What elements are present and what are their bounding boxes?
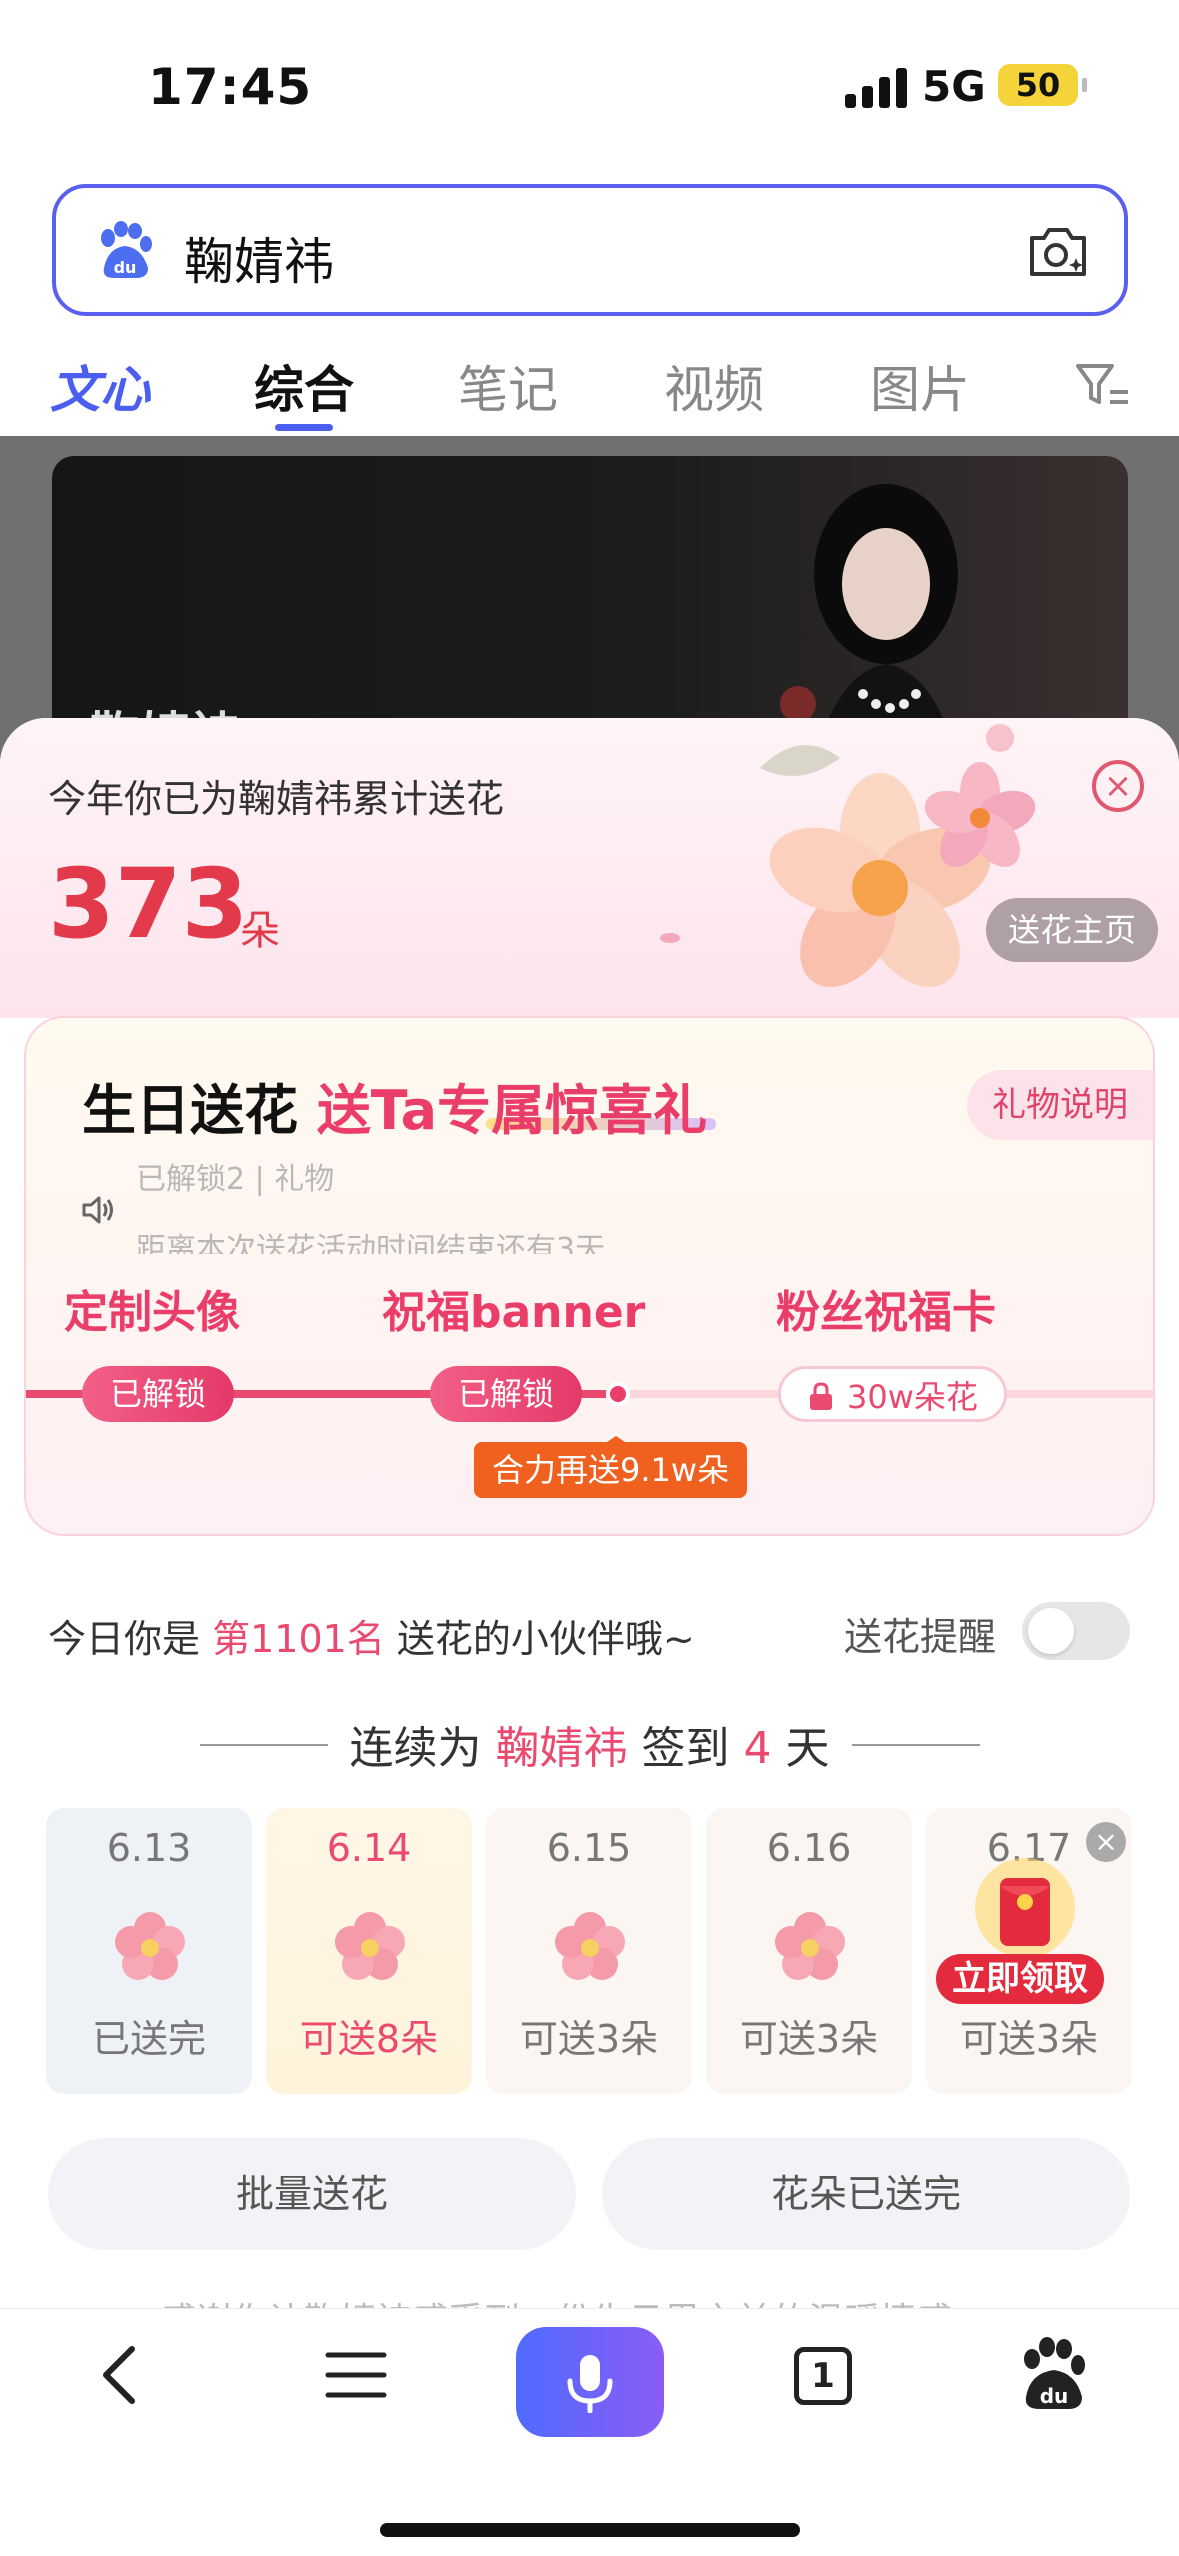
red-envelope-icon[interactable] [970, 1858, 1080, 1958]
batch-send-button[interactable]: 批量送花 [48, 2138, 576, 2250]
reward-card: 粉丝祝福卡 [776, 1287, 996, 1338]
tab-notes[interactable]: 笔记 [458, 350, 558, 422]
day-card-today[interactable]: 6.14 可送8朵 [266, 1808, 472, 2094]
birthday-title-highlight: 送Ta专属惊喜礼 [316, 1079, 708, 1142]
flower-icon [335, 1912, 405, 1980]
microphone-icon [567, 2355, 613, 2413]
birthday-title-main: 生日送花 [82, 1079, 298, 1142]
svg-text:du: du [1040, 2384, 1069, 2408]
sheet-header: 今年你已为鞠婧祎累计送花 373 朵 × 送花主页 [0, 718, 1179, 1018]
reward-card-threshold: 30w朵花 [847, 1378, 978, 1416]
claim-button[interactable]: 立即领取 [936, 1954, 1104, 2004]
day-date: 6.16 [766, 1826, 852, 1870]
reward-banner: 祝福banner [382, 1287, 646, 1338]
filter-icon[interactable] [1072, 354, 1132, 414]
voice-search-button[interactable] [516, 2327, 664, 2437]
flowers-done-button[interactable]: 花朵已送完 [602, 2138, 1130, 2250]
progress-tooltip: 合力再送9.1w朵 [474, 1436, 748, 1498]
day-status: 已送完 [91, 2017, 206, 2061]
tab-images[interactable]: 图片 [870, 350, 970, 422]
flower-home-button[interactable]: 送花主页 [986, 898, 1159, 962]
close-icon[interactable]: × [1086, 1822, 1126, 1862]
flower-count: 373 [48, 848, 249, 960]
tab-all[interactable]: 综合 [254, 350, 354, 422]
flower-icon [115, 1912, 185, 1980]
lock-icon [810, 1382, 832, 1410]
tab-count: 1 [794, 2347, 852, 2405]
status-time: 17:45 [148, 58, 313, 116]
flower-icon [555, 1912, 625, 1980]
active-tab-indicator [275, 424, 333, 431]
svg-text:du: du [114, 258, 137, 277]
reward-avatar-status: 已解锁 [82, 1366, 235, 1422]
bottom-nav: 1 du [0, 2308, 1179, 2556]
flower-bouquet-illustration [660, 724, 1036, 987]
rank-text: 今日你是 第1101名 送花的小伙伴哦~ [48, 1608, 695, 1663]
flower-icon [775, 1912, 845, 1980]
back-icon[interactable] [84, 2335, 164, 2415]
reminder-label: 送花提醒 [844, 1615, 997, 1659]
day-card[interactable]: 6.16 可送3朵 [706, 1808, 912, 2094]
flower-sheet: 今年你已为鞠婧祎累计送花 373 朵 × 送花主页 生日送花 送Ta专属惊喜礼 … [0, 718, 1179, 2556]
rank-value: 第1101名 [212, 1617, 385, 1661]
toggle-knob [1028, 1608, 1074, 1654]
rank-prefix: 今日你是 [48, 1617, 201, 1661]
tabs-button[interactable]: 1 [782, 2335, 862, 2415]
menu-icon[interactable] [316, 2335, 396, 2415]
rank-suffix: 送花的小伙伴哦~ [396, 1617, 695, 1661]
baidu-home-icon[interactable]: du [1014, 2335, 1094, 2415]
day-date: 6.13 [106, 1826, 192, 1870]
day-status: 可送3朵 [519, 2017, 659, 2061]
search-bar[interactable]: du 鞠婧祎 [52, 184, 1128, 316]
close-button[interactable]: × [1092, 760, 1144, 812]
camera-icon[interactable] [1026, 222, 1090, 280]
day-card[interactable]: 6.13 已送完 [46, 1808, 252, 2094]
speaker-icon [82, 1196, 113, 1224]
battery-icon: 50 [998, 64, 1087, 106]
search-input[interactable]: 鞠婧祎 [184, 222, 334, 294]
streak-name: 鞠婧祎 [495, 1723, 628, 1774]
ticker-line-1: 已解锁2 | 礼物 [136, 1162, 335, 1197]
day-status: 可送3朵 [739, 2017, 879, 2061]
streak-title: 连续为 鞠婧祎 签到 4 天 [0, 1712, 1179, 1776]
birthday-gift-card: 生日送花 送Ta专属惊喜礼 礼物说明 已解锁2 | 礼物 距离本次送花活动时间结… [24, 1016, 1155, 1536]
streak-mid: 签到 [641, 1723, 730, 1774]
sheet-caption: 今年你已为鞠婧祎累计送花 [48, 777, 505, 821]
status-bar: 17:45 5G 50 [0, 0, 1179, 160]
streak-days: 4 [743, 1723, 772, 1774]
day-date: 6.14 [326, 1826, 412, 1870]
day-date: 6.15 [546, 1826, 632, 1870]
reward-card-status: 30w朵花 [778, 1366, 1007, 1422]
streak-prefix: 连续为 [349, 1723, 482, 1774]
signal-icon [845, 66, 907, 108]
baidu-paw-icon: du [101, 221, 152, 278]
divider-right [852, 1744, 980, 1746]
ticker-line-2: 距离本次送花活动时间结束还有3天 [136, 1232, 606, 1254]
home-indicator [380, 2523, 800, 2537]
day-status: 可送8朵 [299, 2017, 439, 2061]
search-tabs: 文心 综合 笔记 视频 图片 [0, 340, 1179, 436]
day-card[interactable]: 6.15 可送3朵 [486, 1808, 692, 2094]
birthday-title: 生日送花 送Ta专属惊喜礼 [82, 1066, 707, 1145]
progress-marker [606, 1382, 630, 1406]
network-type: 5G [922, 62, 986, 111]
flower-count-unit: 朵 [240, 908, 280, 954]
reward-avatar: 定制头像 [64, 1287, 240, 1338]
tab-wenxin[interactable]: 文心 [50, 350, 150, 422]
streak-suffix: 天 [785, 1723, 830, 1774]
day-status: 可送3朵 [959, 2017, 1099, 2061]
reminder-toggle[interactable] [1022, 1602, 1130, 1660]
reward-banner-status: 已解锁 [430, 1366, 583, 1422]
tab-video[interactable]: 视频 [664, 350, 764, 422]
gift-info-button[interactable]: 礼物说明 [967, 1070, 1153, 1140]
